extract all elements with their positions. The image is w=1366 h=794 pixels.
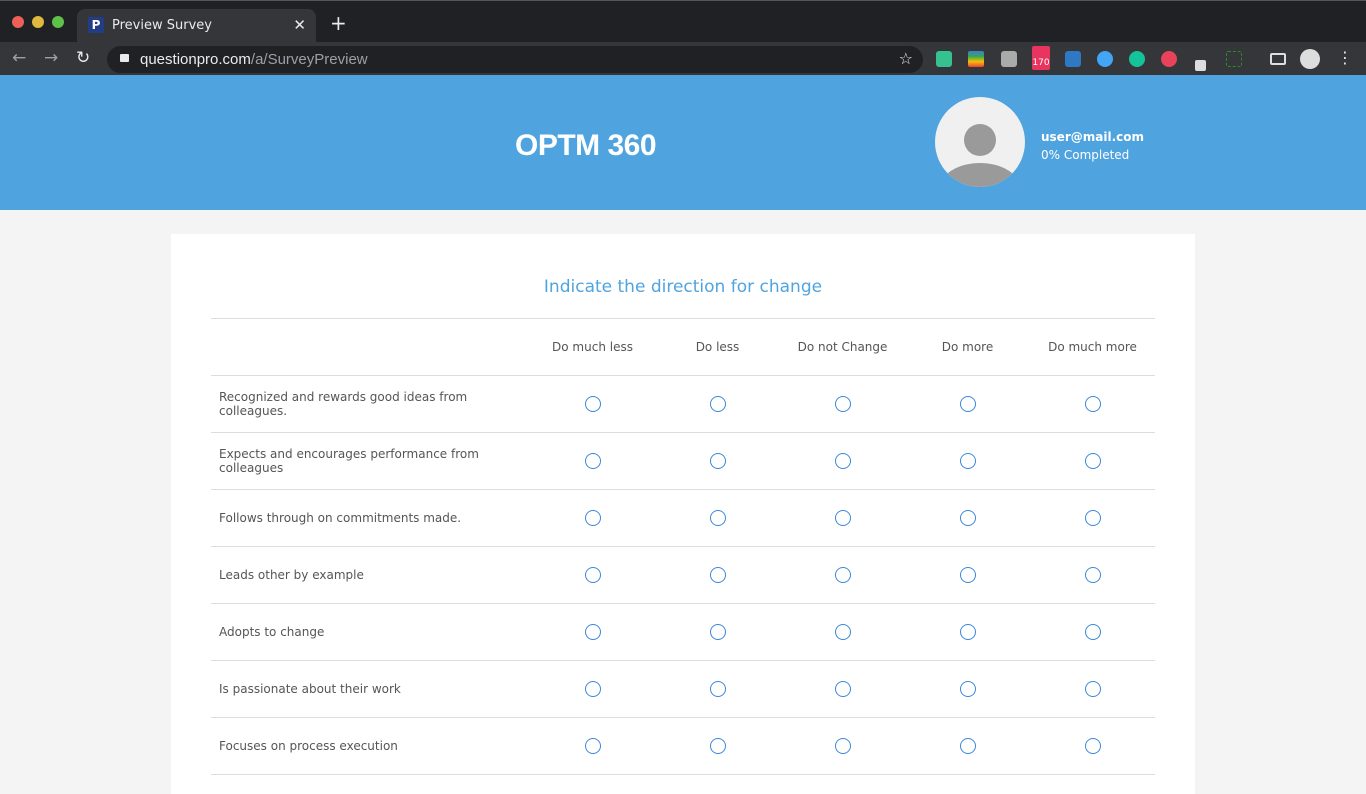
radio-button[interactable] — [709, 396, 726, 412]
close-window-button[interactable] — [12, 16, 24, 28]
radio-button[interactable] — [834, 510, 851, 526]
radio-button[interactable] — [709, 453, 726, 469]
row-label: Recognized and rewards good ideas from c… — [211, 375, 530, 433]
new-tab-button[interactable]: + — [330, 13, 347, 33]
row-label: Leads other by example — [211, 546, 530, 604]
radio-button[interactable] — [959, 738, 976, 754]
radio-button[interactable] — [959, 567, 976, 583]
url-path: /a/SurveyPreview — [250, 51, 368, 68]
radio-button[interactable] — [584, 738, 601, 754]
maximize-window-button[interactable] — [52, 16, 64, 28]
browser-tab[interactable]: P Preview Survey ✕ — [77, 9, 316, 43]
radio-button[interactable] — [959, 681, 976, 697]
table-row: Expects and encourages performance from … — [211, 432, 1155, 490]
survey-title: OPTM 360 — [515, 129, 657, 162]
radio-button[interactable] — [834, 396, 851, 412]
table-row: Follows through on commitments made. — [211, 489, 1155, 547]
extension-icon[interactable] — [1161, 51, 1177, 67]
radio-button[interactable] — [1084, 396, 1101, 412]
radio-button[interactable] — [709, 738, 726, 754]
radio-button[interactable] — [709, 681, 726, 697]
radio-button[interactable] — [959, 624, 976, 640]
question-title: Indicate the direction for change — [543, 277, 823, 297]
table-row: Is passionate about their work — [211, 660, 1155, 718]
cast-icon[interactable] — [1270, 53, 1286, 65]
radio-button[interactable] — [709, 624, 726, 640]
address-bar[interactable]: questionpro.com/a/SurveyPreview ☆ — [107, 46, 923, 73]
reload-icon[interactable]: ↻ — [76, 48, 90, 68]
table-row: Leads other by example — [211, 546, 1155, 604]
tab-title: Preview Survey — [112, 18, 212, 33]
grammarly-icon[interactable] — [1129, 51, 1145, 67]
favicon-icon: P — [88, 17, 104, 33]
radio-button[interactable] — [584, 624, 601, 640]
survey-header: OPTM 360 user@mail.com 0% Completed — [0, 75, 1366, 210]
radio-button[interactable] — [584, 396, 601, 412]
radio-button[interactable] — [584, 567, 601, 583]
radio-button[interactable] — [959, 453, 976, 469]
radio-button[interactable] — [834, 738, 851, 754]
screenshot-extension-icon[interactable] — [1226, 51, 1242, 67]
minimize-window-button[interactable] — [32, 16, 44, 28]
table-row: Adopts to change — [211, 603, 1155, 661]
matrix-table: Do much less Do less Do not Change Do more D… — [211, 318, 1155, 775]
radio-button[interactable] — [709, 567, 726, 583]
extension-badge-icon[interactable]: 170 — [1032, 46, 1050, 70]
close-tab-icon[interactable]: ✕ — [293, 16, 306, 34]
column-header: Do less — [655, 318, 780, 376]
table-row: Focuses on process execution — [211, 717, 1155, 775]
menu-icon[interactable]: ⋮ — [1337, 48, 1353, 67]
extension-icon[interactable] — [1097, 51, 1113, 67]
table-row: Recognized and rewards good ideas from c… — [211, 375, 1155, 433]
radio-button[interactable] — [959, 396, 976, 412]
back-icon[interactable]: ← — [12, 48, 26, 68]
extension-icon[interactable] — [968, 51, 984, 67]
browser-tab-bar: P Preview Survey ✕ + — [0, 0, 1366, 43]
radio-button[interactable] — [1084, 567, 1101, 583]
radio-button[interactable] — [584, 453, 601, 469]
user-email: user@mail.com — [1041, 130, 1144, 144]
row-label: Is passionate about their work — [211, 660, 530, 718]
pen-extension-icon[interactable] — [1195, 60, 1206, 71]
radio-button[interactable] — [959, 510, 976, 526]
bookmark-star-icon[interactable]: ☆ — [899, 49, 913, 68]
browser-toolbar: ← → ↻ questionpro.com/a/SurveyPreview ☆ … — [0, 42, 1366, 75]
camera-extension-icon[interactable] — [1001, 51, 1017, 67]
column-header: Do much more — [1030, 318, 1155, 376]
url-host: questionpro.com — [140, 51, 251, 68]
survey-card: Indicate the direction for change Do muc… — [171, 234, 1195, 794]
radio-button[interactable] — [834, 453, 851, 469]
radio-button[interactable] — [1084, 681, 1101, 697]
extension-icon[interactable] — [936, 51, 952, 67]
row-label: Expects and encourages performance from … — [211, 432, 530, 490]
column-header: Do much less — [530, 318, 655, 376]
radio-button[interactable] — [584, 510, 601, 526]
user-avatar-icon — [935, 97, 1025, 187]
lock-icon — [120, 54, 129, 62]
column-header-empty — [211, 318, 530, 376]
radio-button[interactable] — [834, 567, 851, 583]
radio-button[interactable] — [1084, 453, 1101, 469]
forward-icon[interactable]: → — [44, 48, 58, 68]
radio-button[interactable] — [1084, 624, 1101, 640]
radio-button[interactable] — [584, 681, 601, 697]
progress-text: 0% Completed — [1041, 148, 1130, 162]
compass-extension-icon[interactable] — [1065, 51, 1081, 67]
radio-button[interactable] — [1084, 738, 1101, 754]
radio-button[interactable] — [834, 681, 851, 697]
radio-button[interactable] — [834, 624, 851, 640]
row-label: Focuses on process execution — [211, 717, 530, 775]
row-label: Follows through on commitments made. — [211, 489, 530, 547]
column-header: Do more — [905, 318, 1030, 376]
radio-button[interactable] — [709, 510, 726, 526]
profile-avatar[interactable] — [1300, 49, 1320, 69]
row-label: Adopts to change — [211, 603, 530, 661]
column-header: Do not Change — [780, 318, 905, 376]
radio-button[interactable] — [1084, 510, 1101, 526]
